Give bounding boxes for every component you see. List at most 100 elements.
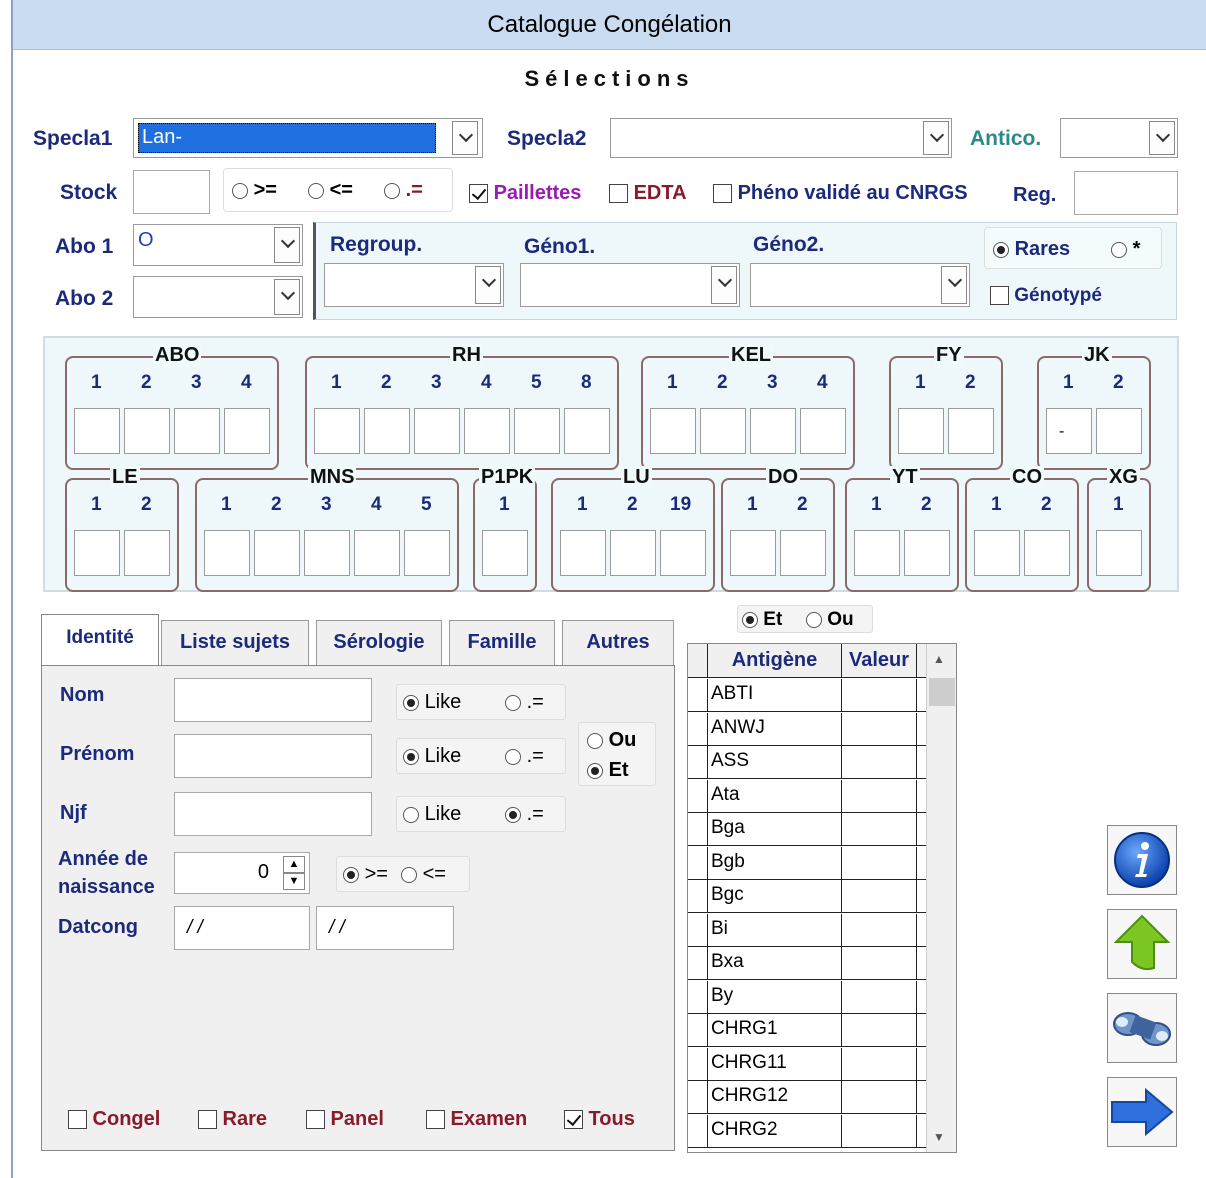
tab-autres[interactable]: Autres [562,620,674,666]
annee-le-radio[interactable] [401,866,417,883]
cmp-eq-radio[interactable] [384,182,400,199]
njf-eq-radio[interactable] [505,806,521,823]
group-cell-input[interactable] [404,530,450,576]
antigen-cell[interactable]: ASS [707,746,842,779]
table-row[interactable]: ANWJ [688,712,941,746]
table-row[interactable]: Bga [688,813,941,846]
valeur-cell[interactable] [842,746,917,779]
table-row[interactable]: ABTI [688,679,941,712]
group-cell-input[interactable] [74,408,120,454]
group-cell-input[interactable] [74,530,120,576]
genotype-checkbox[interactable] [990,286,1009,306]
table-row[interactable]: CHRG1 [688,1014,941,1047]
edta-checkbox[interactable] [609,184,628,204]
group-cell-input[interactable] [854,530,900,576]
valeur-cell[interactable] [842,913,917,947]
examen-checkbox[interactable] [426,1110,445,1130]
reg-input[interactable] [1074,171,1178,215]
group-cell-input[interactable] [800,408,846,454]
table-row[interactable]: By [688,980,941,1014]
antico-combo[interactable] [1060,118,1178,158]
chevron-down-icon[interactable] [274,279,300,315]
valeur-cell[interactable] [842,679,917,712]
tab-serologie[interactable]: Sérologie [316,620,442,666]
group-cell-input[interactable] [730,530,776,576]
group-cell-input[interactable] [904,530,950,576]
star-radio[interactable] [1111,241,1127,258]
valeur-cell[interactable] [842,1114,917,1148]
antigen-cell[interactable]: Bi [707,913,842,947]
valeur-cell[interactable] [842,1047,917,1081]
annee-spinner[interactable]: 0 ▲ ▼ [174,852,310,894]
stock-input[interactable] [133,170,210,214]
table-row[interactable]: Bxa [688,947,941,980]
prenom-eq-radio[interactable] [505,748,521,765]
group-cell-input[interactable] [1096,408,1142,454]
valeur-cell[interactable] [842,846,917,880]
up-button[interactable] [1107,909,1177,979]
group-cell-input[interactable] [304,530,350,576]
grid-col-antigene[interactable]: Antigène [707,644,842,678]
group-cell-input[interactable] [898,408,944,454]
table-row[interactable]: CHRG11 [688,1047,941,1081]
table-row[interactable]: CHRG12 [688,1081,941,1114]
datcong-from-input[interactable]: / / [174,906,310,950]
spin-down-icon[interactable]: ▼ [283,873,305,890]
grid-col-valeur[interactable]: Valeur [842,644,917,678]
antigen-cell[interactable]: By [707,980,842,1014]
group-cell-input[interactable] [660,530,706,576]
rares-radio[interactable] [993,241,1009,258]
group-cell-input[interactable] [354,530,400,576]
antigen-cell[interactable]: CHRG1 [707,1014,842,1047]
group-cell-input[interactable] [204,530,250,576]
prenom-input[interactable] [174,734,372,778]
spin-up-icon[interactable]: ▲ [283,856,305,873]
group-cell-input[interactable] [650,408,696,454]
valeur-cell[interactable] [842,947,917,980]
group-cell-input[interactable] [514,408,560,454]
abo1-combo[interactable]: O [133,224,303,266]
table-row[interactable]: Ata [688,779,941,813]
antigen-cell[interactable]: Ata [707,779,842,813]
group-cell-input[interactable] [560,530,606,576]
prenom-like-radio[interactable] [403,748,419,765]
chevron-down-icon[interactable] [452,121,478,155]
nom-input[interactable] [174,678,372,722]
datcong-to-input[interactable]: / / [316,906,454,950]
nom-like-radio[interactable] [403,694,419,711]
antigen-cell[interactable]: Bga [707,813,842,846]
group-cell-input[interactable] [948,408,994,454]
antigen-cell[interactable]: CHRG11 [707,1047,842,1081]
chevron-down-icon[interactable] [941,266,967,304]
valeur-cell[interactable] [842,1014,917,1047]
group-cell-input[interactable] [780,530,826,576]
table-row[interactable]: Bgb [688,846,941,880]
nom-eq-radio[interactable] [505,694,521,711]
group-cell-input[interactable] [1024,530,1070,576]
congel-checkbox[interactable] [68,1110,87,1130]
chevron-down-icon[interactable] [1149,121,1175,155]
specla1-combo[interactable]: Lan- [133,118,483,158]
chevron-down-icon[interactable] [274,227,300,263]
next-button[interactable] [1107,1077,1177,1147]
ou-radio[interactable] [587,732,603,749]
antigen-cell[interactable]: Bgc [707,880,842,913]
group-cell-input[interactable] [974,530,1020,576]
valeur-cell[interactable] [842,880,917,913]
group-cell-input[interactable] [414,408,460,454]
group-cell-input[interactable]: - [1046,408,1092,454]
group-cell-input[interactable] [124,530,170,576]
geno1-combo[interactable] [520,263,740,307]
search-button[interactable] [1107,993,1177,1063]
group-cell-input[interactable] [314,408,360,454]
antigen-cell[interactable]: CHRG12 [707,1081,842,1114]
antigen-cell[interactable]: Bxa [707,947,842,980]
table-row[interactable]: ASS [688,746,941,779]
antigen-cell[interactable]: ANWJ [707,712,842,746]
chevron-down-icon[interactable] [923,121,949,155]
valeur-cell[interactable] [842,1081,917,1114]
group-cell-input[interactable] [174,408,220,454]
annee-ge-radio[interactable] [343,866,359,883]
valeur-cell[interactable] [842,813,917,846]
tab-liste-sujets[interactable]: Liste sujets [161,620,309,666]
